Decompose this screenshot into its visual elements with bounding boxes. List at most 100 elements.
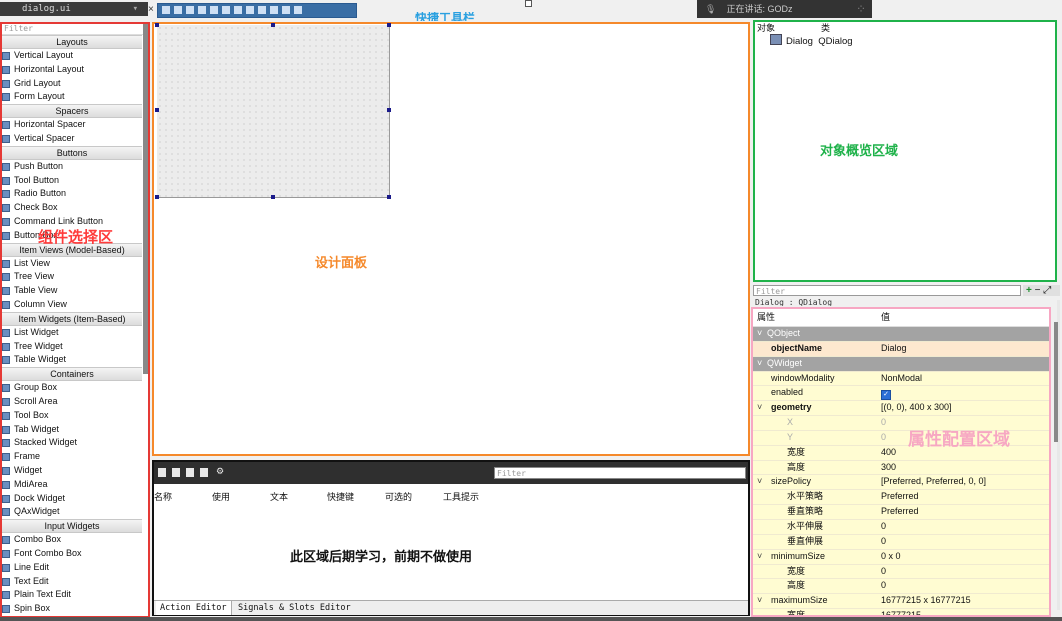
- column-header-object[interactable]: 对象: [757, 21, 775, 34]
- widget-category[interactable]: Containers: [2, 367, 142, 382]
- widget-item[interactable]: Tree Widget: [2, 340, 142, 354]
- property-subrow[interactable]: 垂直策略 Preferred: [753, 505, 1049, 520]
- copy-action-icon[interactable]: [172, 468, 180, 477]
- more-icon[interactable]: ⁘: [856, 0, 866, 18]
- collapse-icon[interactable]: ˅: [757, 357, 762, 371]
- column-header-checkable[interactable]: 可选的: [385, 490, 412, 503]
- property-value[interactable]: 16777215: [881, 609, 921, 615]
- widget-item[interactable]: Push Button: [2, 160, 142, 174]
- resize-handle[interactable]: [387, 195, 391, 199]
- paste-action-icon[interactable]: [186, 468, 194, 477]
- resize-handle[interactable]: [271, 23, 275, 27]
- property-subrow[interactable]: 高度 300: [753, 460, 1049, 476]
- widget-item[interactable]: Line Edit: [2, 561, 142, 575]
- toolbar-layout-icon[interactable]: [162, 6, 170, 14]
- delete-action-icon[interactable]: [200, 468, 208, 477]
- property-subrow[interactable]: 宽度 16777215: [753, 609, 1049, 615]
- expand-icon[interactable]: ˅: [757, 401, 762, 415]
- widget-box-scrollbar[interactable]: [143, 24, 148, 374]
- action-filter-input[interactable]: Filter: [494, 467, 746, 479]
- property-value[interactable]: 0 x 0: [881, 550, 901, 564]
- property-row[interactable]: ˅ minimumSize 0 x 0: [753, 549, 1049, 565]
- toolbar-layout-icon[interactable]: [270, 6, 278, 14]
- property-row[interactable]: ˅ geometry [(0, 0), 400 x 300]: [753, 401, 1049, 417]
- property-value[interactable]: 0: [881, 535, 886, 549]
- resize-handle[interactable]: [271, 195, 275, 199]
- property-value[interactable]: 0: [881, 520, 886, 534]
- toolbar-layout-icon[interactable]: [294, 6, 302, 14]
- new-action-icon[interactable]: [158, 468, 166, 477]
- toolbar-layout-icon[interactable]: [174, 6, 182, 14]
- column-header-used[interactable]: 使用: [212, 490, 230, 503]
- widget-item[interactable]: Horizontal Layout: [2, 63, 142, 77]
- widget-item[interactable]: List View: [2, 257, 142, 271]
- widget-item[interactable]: Scroll Area: [2, 395, 142, 409]
- widget-category[interactable]: Input Widgets: [2, 519, 142, 534]
- property-value[interactable]: 0: [881, 579, 886, 593]
- settings-icon[interactable]: ⚙: [216, 466, 224, 476]
- tab-action-editor[interactable]: Action Editor: [156, 601, 232, 615]
- widget-item[interactable]: Text Edit: [2, 575, 142, 589]
- widget-category[interactable]: Layouts: [2, 35, 142, 49]
- widget-item[interactable]: Radio Button: [2, 187, 142, 201]
- property-subrow[interactable]: 水平策略 Preferred: [753, 490, 1049, 506]
- widget-item[interactable]: Grid Layout: [2, 77, 142, 91]
- widget-item[interactable]: Column View: [2, 298, 142, 312]
- expand-icon[interactable]: ˅: [757, 475, 762, 489]
- widget-item[interactable]: List Widget: [2, 326, 142, 340]
- property-value[interactable]: 0: [881, 431, 886, 445]
- column-header-shortcut[interactable]: 快捷键: [327, 490, 354, 503]
- property-scrollbar[interactable]: [1054, 322, 1058, 442]
- widget-category[interactable]: Spacers: [2, 104, 142, 119]
- resize-handle[interactable]: [155, 195, 159, 199]
- widget-item[interactable]: Vertical Layout: [2, 49, 142, 63]
- column-header-tooltip[interactable]: 工具提示: [443, 490, 479, 503]
- toolbar-layout-icon[interactable]: [186, 6, 194, 14]
- widget-item[interactable]: Tab Widget: [2, 423, 142, 437]
- toolbar-layout-icon[interactable]: [222, 6, 230, 14]
- column-header-text[interactable]: 文本: [270, 490, 288, 503]
- resize-handle[interactable]: [387, 108, 391, 112]
- expand-icon[interactable]: ˅: [757, 594, 762, 608]
- widget-item[interactable]: QAxWidget: [2, 505, 142, 519]
- column-header-value[interactable]: 值: [881, 309, 890, 326]
- widget-item[interactable]: Frame: [2, 450, 142, 464]
- widget-item[interactable]: Form Layout: [2, 90, 142, 104]
- property-row[interactable]: ˅ maximumSize 16777215 x 16777215: [753, 594, 1049, 610]
- property-subrow[interactable]: 垂直伸展 0: [753, 534, 1049, 550]
- property-group[interactable]: ˅ QWidget: [753, 356, 1049, 372]
- close-icon[interactable]: ×: [148, 4, 154, 15]
- property-value[interactable]: 400: [881, 446, 896, 460]
- widget-item[interactable]: Stacked Widget: [2, 436, 142, 450]
- widget-item[interactable]: Combo Box: [2, 533, 142, 547]
- toolbar-layout-icon[interactable]: [234, 6, 242, 14]
- widget-item[interactable]: Dock Widget: [2, 492, 142, 506]
- widget-filter-input[interactable]: Filter: [2, 24, 148, 35]
- resize-handle[interactable]: [387, 23, 391, 27]
- add-property-icon[interactable]: +: [1026, 285, 1032, 296]
- column-header-property[interactable]: 属性: [757, 309, 775, 326]
- property-value[interactable]: NonModal: [881, 372, 922, 386]
- column-header-name[interactable]: 名称: [154, 490, 172, 503]
- resize-handle[interactable]: [155, 23, 159, 27]
- widget-item[interactable]: Horizontal Spacer: [2, 118, 142, 132]
- remove-property-icon[interactable]: −: [1035, 285, 1041, 296]
- widget-item[interactable]: Table Widget: [2, 353, 142, 367]
- collapse-icon[interactable]: ˅: [757, 327, 762, 341]
- property-row[interactable]: windowModality NonModal: [753, 371, 1049, 387]
- expand-icon[interactable]: ˅: [757, 550, 762, 564]
- dialog-form-preview[interactable]: [157, 25, 390, 198]
- widget-item[interactable]: Tree View: [2, 270, 142, 284]
- widget-category[interactable]: Buttons: [2, 145, 142, 160]
- tab-signals-slots-editor[interactable]: Signals & Slots Editor: [234, 601, 355, 615]
- toolbar-layout-icon[interactable]: [210, 6, 218, 14]
- configure-icon[interactable]: ⤢: [1043, 285, 1051, 296]
- widget-item[interactable]: Spin Box: [2, 602, 142, 616]
- property-filter-input[interactable]: Filter: [753, 285, 1021, 296]
- resize-handle[interactable]: [155, 108, 159, 112]
- property-subrow[interactable]: 宽度 0: [753, 564, 1049, 580]
- property-subrow[interactable]: 水平伸展 0: [753, 519, 1049, 535]
- property-value[interactable]: 0: [881, 416, 886, 430]
- property-value[interactable]: 300: [881, 461, 896, 475]
- property-value[interactable]: 0: [881, 565, 886, 579]
